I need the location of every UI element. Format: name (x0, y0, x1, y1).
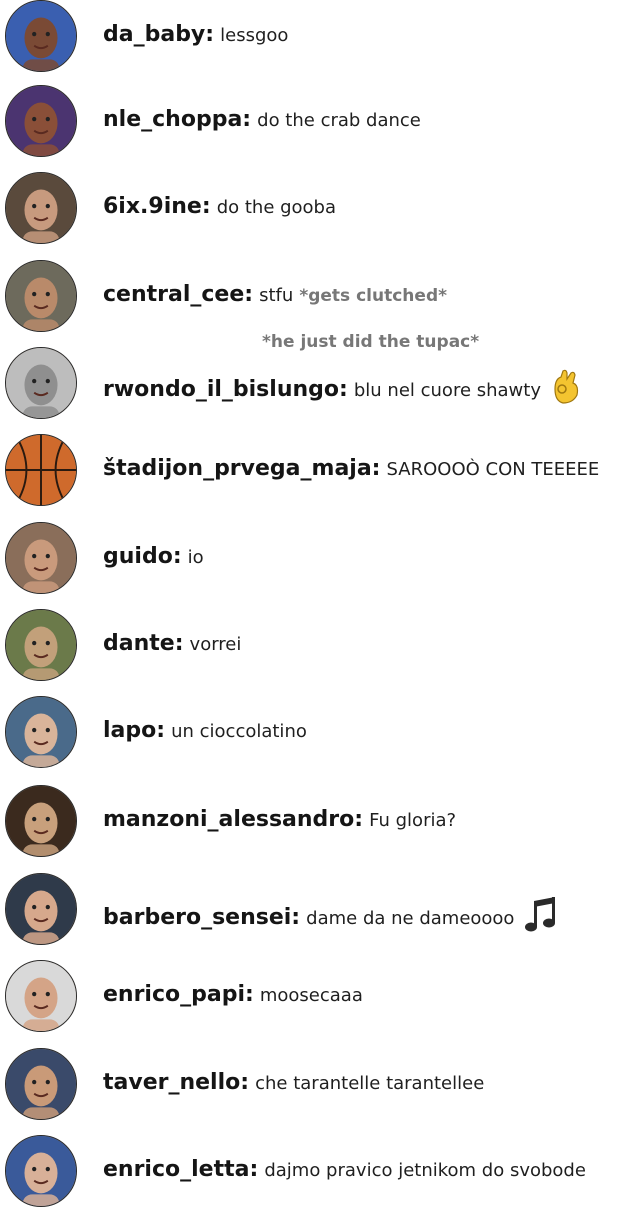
username[interactable]: enrico_papi: (103, 982, 254, 1007)
message-line: 6ix.9ine: do the gooba (103, 194, 336, 221)
username[interactable]: 6ix.9ine: (103, 194, 211, 219)
username[interactable]: dante: (103, 631, 184, 656)
message-line: dante: vorrei (103, 631, 241, 658)
message-line: lapo: un cioccolatino (103, 718, 307, 745)
message-line: barbero_sensei: dame da ne dameoooo (103, 895, 562, 942)
music-note-icon (522, 895, 562, 942)
username[interactable]: rwondo_il_bislungo: (103, 377, 348, 402)
avatar[interactable] (5, 522, 77, 594)
chat-message: štadijon_prvega_maja: SAROOOÒ CON TEEEEE (5, 434, 641, 508)
message-text: dajmo pravico jetnikom do svobode (264, 1160, 586, 1181)
username[interactable]: lapo: (103, 718, 165, 743)
message-line: enrico_papi: moosecaaa (103, 982, 363, 1009)
ok-hand-icon (549, 369, 581, 412)
username[interactable]: manzoni_alessandro: (103, 807, 363, 832)
message-text: moosecaaa (259, 985, 363, 1006)
message-text: stfu (259, 285, 294, 306)
message-text: SAROOOÒ CON TEEEEE (386, 459, 600, 480)
username[interactable]: guido: (103, 544, 182, 569)
chat-message: enrico_papi: moosecaaa (5, 960, 641, 1034)
avatar[interactable] (5, 260, 77, 332)
chat-message: rwondo_il_bislungo: blu nel cuore shawty (5, 347, 641, 421)
avatar[interactable] (5, 785, 77, 857)
chat-message: central_cee: stfu *gets clutched* (5, 260, 641, 334)
username[interactable]: štadijon_prvega_maja: (103, 456, 380, 481)
avatar[interactable] (5, 1048, 77, 1120)
avatar[interactable] (5, 873, 77, 945)
message-text: Fu gloria? (369, 810, 457, 831)
avatar[interactable] (5, 609, 77, 681)
action-text: *gets clutched* (299, 286, 447, 306)
chat-message: taver_nello: che tarantelle tarantellee (5, 1048, 641, 1122)
message-line: central_cee: stfu *gets clutched* (103, 282, 447, 309)
message-text: che tarantelle tarantellee (255, 1073, 485, 1094)
chat-message: da_baby: lessgoo (5, 0, 641, 74)
avatar[interactable] (5, 1135, 77, 1207)
username[interactable]: da_baby: (103, 22, 214, 47)
avatar[interactable] (5, 172, 77, 244)
message-line: guido: io (103, 544, 204, 571)
chat-message: manzoni_alessandro: Fu gloria? (5, 785, 641, 859)
chat-message: nle_choppa: do the crab dance (5, 85, 641, 159)
avatar[interactable] (5, 960, 77, 1032)
message-line: nle_choppa: do the crab dance (103, 107, 421, 134)
message-text: lessgoo (220, 25, 289, 46)
avatar[interactable] (5, 0, 77, 72)
avatar[interactable] (5, 85, 77, 157)
chat-message: lapo: un cioccolatino (5, 696, 641, 770)
message-text: io (187, 547, 204, 568)
message-text: un cioccolatino (171, 721, 307, 742)
username[interactable]: taver_nello: (103, 1070, 249, 1095)
message-line: taver_nello: che tarantelle tarantellee (103, 1070, 484, 1097)
username[interactable]: nle_choppa: (103, 107, 251, 132)
message-text: do the crab dance (257, 110, 421, 131)
action-note: *he just did the tupac* (262, 332, 480, 352)
chat-message: barbero_sensei: dame da ne dameoooo (5, 873, 641, 947)
chat-message: dante: vorrei (5, 609, 641, 683)
message-text: do the gooba (216, 197, 337, 218)
chat-message: enrico_letta: dajmo pravico jetnikom do … (5, 1135, 641, 1209)
message-text: vorrei (189, 634, 242, 655)
chat-message: guido: io (5, 522, 641, 596)
username[interactable]: barbero_sensei: (103, 905, 300, 930)
avatar[interactable] (5, 434, 77, 506)
message-line: manzoni_alessandro: Fu gloria? (103, 807, 456, 834)
message-line: da_baby: lessgoo (103, 22, 288, 49)
message-line: štadijon_prvega_maja: SAROOOÒ CON TEEEEE (103, 456, 599, 483)
username[interactable]: enrico_letta: (103, 1157, 258, 1182)
chat-message: 6ix.9ine: do the gooba (5, 172, 641, 246)
message-text: dame da ne dameoooo (306, 908, 515, 929)
avatar[interactable] (5, 696, 77, 768)
message-line: rwondo_il_bislungo: blu nel cuore shawty (103, 369, 581, 412)
message-line: enrico_letta: dajmo pravico jetnikom do … (103, 1157, 586, 1184)
message-text: blu nel cuore shawty (353, 380, 541, 401)
avatar[interactable] (5, 347, 77, 419)
username[interactable]: central_cee: (103, 282, 253, 307)
chat-feed: da_baby: lessgoo nle_choppa: do the crab … (0, 0, 641, 1219)
